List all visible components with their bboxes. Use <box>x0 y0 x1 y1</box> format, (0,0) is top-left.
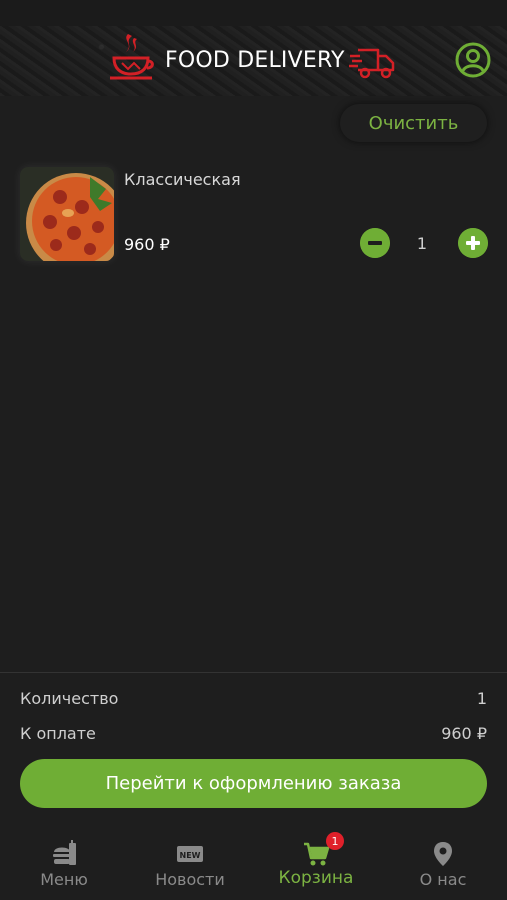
quantity-value: 1 <box>416 234 428 253</box>
checkout-button[interactable]: Перейти к оформлению заказа <box>20 759 487 808</box>
nav-item-cart[interactable]: Корзина <box>256 834 376 896</box>
bottom-navigation: Меню NEW Новости Корзина О нас <box>0 822 507 900</box>
new-badge-icon: NEW <box>177 846 203 862</box>
decrease-quantity-button[interactable] <box>360 228 390 258</box>
nav-label-cart: Корзина <box>278 868 354 888</box>
delivery-truck-icon <box>349 48 395 79</box>
steaming-cup-icon <box>110 34 154 80</box>
app-header: FOOD DELIVERY <box>0 26 507 96</box>
nav-label-news: Новости <box>155 870 225 889</box>
nav-item-news[interactable]: NEW Новости <box>130 834 250 896</box>
nav-label-menu: Меню <box>40 870 88 889</box>
svg-text:NEW: NEW <box>180 851 201 860</box>
item-price: 960 ₽ <box>124 235 170 254</box>
item-name: Классическая <box>124 170 241 189</box>
nav-label-about: О нас <box>419 870 467 889</box>
order-summary: Количество 1 К оплате 960 ₽ Перейти к оф… <box>0 672 507 820</box>
cart-item: Классическая 960 ₽ 1 <box>0 160 507 270</box>
total-value: 960 ₽ <box>441 724 487 743</box>
total-label: К оплате <box>20 724 96 743</box>
location-pin-icon <box>434 842 452 866</box>
nav-item-about[interactable]: О нас <box>383 834 503 896</box>
brand-title: FOOD DELIVERY <box>165 48 345 73</box>
cart-count-badge: 1 <box>326 832 344 850</box>
clear-cart-button[interactable]: Очистить <box>340 104 487 142</box>
pizza-image <box>20 167 114 261</box>
nav-item-menu[interactable]: Меню <box>4 834 124 896</box>
status-bar <box>0 0 507 26</box>
food-bag-icon <box>53 840 76 865</box>
quantity-label: Количество <box>20 689 119 708</box>
increase-quantity-button[interactable] <box>458 228 488 258</box>
quantity-total: 1 <box>476 689 487 708</box>
user-circle-icon[interactable] <box>455 42 491 78</box>
